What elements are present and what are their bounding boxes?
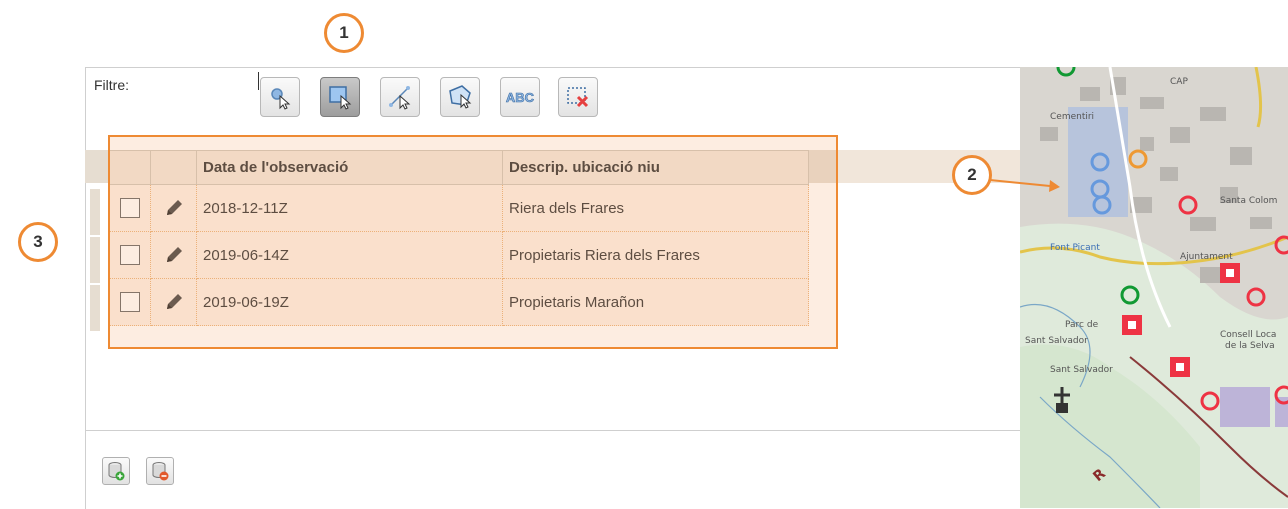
row-select-cell xyxy=(108,278,151,326)
remove-record-button[interactable] xyxy=(146,457,174,485)
row-edit-cell xyxy=(150,231,197,279)
annotation-badge-3: 3 xyxy=(18,222,58,262)
cell-nest-location: Propietaris Marañon xyxy=(502,278,809,326)
point-select-icon xyxy=(271,88,291,110)
map-label-font-picant: Font Picant xyxy=(1050,243,1100,253)
header-edit-column xyxy=(150,150,197,185)
map-canvas: Font Picant Ajuntament Santa Colom Parc … xyxy=(1020,67,1288,508)
cell-observation-date: 2019-06-14Z xyxy=(196,231,503,279)
cell-observation-date: 2019-06-19Z xyxy=(196,278,503,326)
row-checkbox[interactable] xyxy=(119,198,140,218)
map-label-sant-salvador-1: Sant Salvador xyxy=(1025,336,1088,346)
table-header-row: Data de l'observació Descrip. ubicació n… xyxy=(108,150,809,185)
select-line-tool[interactable] xyxy=(380,77,420,117)
map-label-sant-salvador-2: Sant Salvador xyxy=(1050,365,1113,375)
select-rectangle-tool[interactable] xyxy=(320,77,360,117)
add-record-button[interactable] xyxy=(102,457,130,485)
column-header-nest-location[interactable]: Descrip. ubicació niu xyxy=(502,150,809,185)
text-abc-label: ABC xyxy=(506,90,535,105)
line-select-icon xyxy=(389,86,411,110)
polygon-select-icon xyxy=(449,85,472,109)
text-cursor xyxy=(258,72,259,90)
row-checkbox[interactable] xyxy=(119,292,140,312)
text-abc-icon: ABC xyxy=(506,90,535,106)
row-edit-cell xyxy=(150,278,197,326)
clear-selection-icon xyxy=(567,87,589,108)
map-label-ajuntament: Ajuntament xyxy=(1180,252,1233,262)
clear-selection-tool[interactable] xyxy=(558,77,598,117)
cell-nest-location: Riera dels Frares xyxy=(502,184,809,232)
row-select-cell xyxy=(108,231,151,279)
map-label-de-la-selva: de la Selva xyxy=(1225,341,1275,351)
database-add-icon xyxy=(108,462,125,481)
map-label-parc: Parc de xyxy=(1065,320,1099,330)
filter-label: Filtre: xyxy=(94,77,129,93)
table-row[interactable]: 2018-12-11Z Riera dels Frares xyxy=(108,184,809,232)
row-select-cell xyxy=(108,184,151,232)
select-point-tool[interactable] xyxy=(260,77,300,117)
row-handle[interactable] xyxy=(90,189,100,235)
cell-observation-date: 2018-12-11Z xyxy=(196,184,503,232)
pencil-icon[interactable] xyxy=(163,244,185,266)
column-header-observation-date[interactable]: Data de l'observació xyxy=(196,150,503,185)
database-remove-icon xyxy=(152,462,169,481)
row-handle[interactable] xyxy=(90,285,100,331)
map-label-cementiri: Cementiri xyxy=(1050,112,1094,122)
map-label-cap: CAP xyxy=(1170,77,1188,87)
select-polygon-tool[interactable] xyxy=(440,77,480,117)
features-table: Data de l'observació Descrip. ubicació n… xyxy=(108,150,809,326)
cell-nest-location: Propietaris Riera dels Frares xyxy=(502,231,809,279)
table-row[interactable]: 2019-06-19Z Propietaris Marañon xyxy=(108,278,809,326)
pencil-icon[interactable] xyxy=(163,197,185,219)
map-label-consell-local: Consell Loca xyxy=(1220,330,1276,340)
callout-arrow xyxy=(990,179,1060,192)
select-text-tool[interactable]: ABC xyxy=(500,77,540,117)
pencil-icon[interactable] xyxy=(163,291,185,313)
map-label-santa-coloma: Santa Colom xyxy=(1220,196,1277,206)
rectangle-select-icon xyxy=(329,86,352,110)
header-select-column xyxy=(108,150,151,185)
row-checkbox[interactable] xyxy=(119,245,140,265)
table-row[interactable]: 2019-06-14Z Propietaris Riera dels Frare… xyxy=(108,231,809,279)
map-view[interactable]: Font Picant Ajuntament Santa Colom Parc … xyxy=(1020,67,1288,508)
footer-divider xyxy=(85,430,1020,431)
annotation-badge-2: 2 xyxy=(952,155,992,195)
row-handle[interactable] xyxy=(90,237,100,283)
row-edit-cell xyxy=(150,184,197,232)
annotation-badge-1: 1 xyxy=(324,13,364,53)
